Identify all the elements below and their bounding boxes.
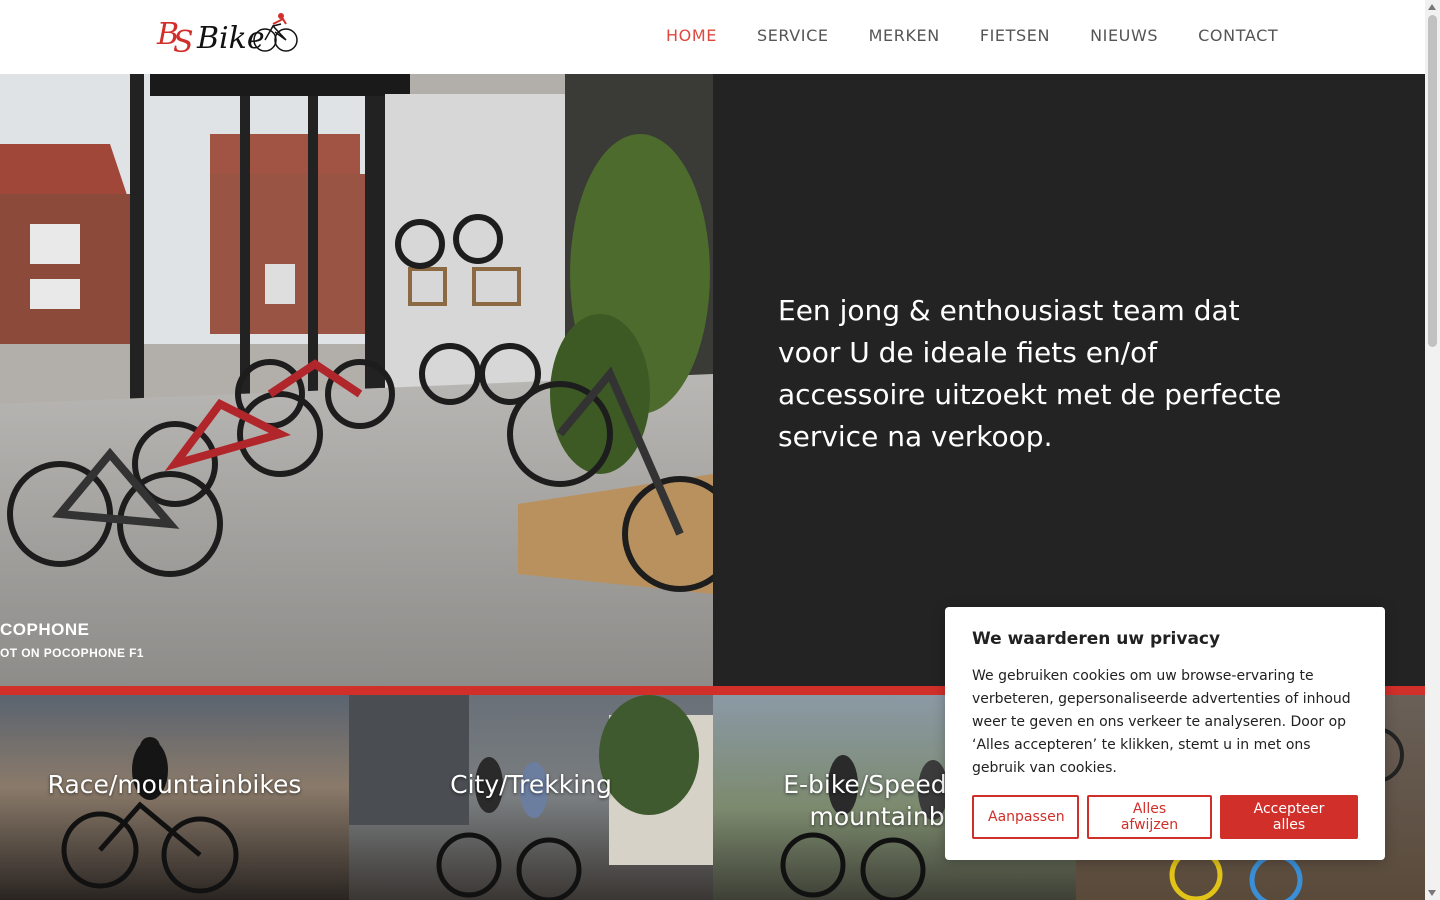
cookie-reject-button[interactable]: Alles afwijzen <box>1087 795 1212 839</box>
hero-shop-photo: COPHONE OT ON POCOPHONE F1 <box>0 74 713 686</box>
cookie-customize-button[interactable]: Aanpassen <box>972 795 1079 839</box>
category-title-race: Race/mountainbikes <box>47 770 302 799</box>
nav-fietsen[interactable]: FIETSEN <box>980 26 1050 45</box>
scroll-up-icon[interactable] <box>1428 4 1436 10</box>
site-header: B S Bike HOME SERVICE MERKEN FIETSEN NIE… <box>0 0 1425 74</box>
category-tile-race[interactable]: Race/mountainbikes <box>0 695 349 900</box>
nav-merken[interactable]: MERKEN <box>869 26 940 45</box>
cookie-consent-banner: We waarderen uw privacy We gebruiken coo… <box>945 607 1385 860</box>
hero-text-panel: Een jong & enthousiast team dat voor U d… <box>713 74 1425 686</box>
hero-tagline: Een jong & enthousiast team dat voor U d… <box>778 294 1282 453</box>
nav-contact[interactable]: CONTACT <box>1198 26 1278 45</box>
photo-watermark-line1: COPHONE <box>0 620 90 639</box>
main-nav: HOME SERVICE MERKEN FIETSEN NIEUWS CONTA… <box>666 26 1278 45</box>
nav-nieuws[interactable]: NIEUWS <box>1090 26 1158 45</box>
svg-text:S: S <box>173 25 194 60</box>
cookie-accept-button[interactable]: Accepteer alles <box>1220 795 1358 839</box>
scroll-thumb[interactable] <box>1428 15 1437 347</box>
scroll-down-icon[interactable] <box>1428 890 1436 896</box>
nav-home[interactable]: HOME <box>666 26 717 45</box>
cookie-description: We gebruiken cookies om uw browse-ervari… <box>972 668 1351 776</box>
nav-service[interactable]: SERVICE <box>757 26 829 45</box>
site-logo[interactable]: B S Bike <box>155 10 300 65</box>
cookie-title: We waarderen uw privacy <box>972 629 1221 649</box>
page-scrollbar[interactable] <box>1425 0 1440 900</box>
cookie-buttons: Aanpassen Alles afwijzen Accepteer alles <box>972 795 1358 839</box>
hero-section: COPHONE OT ON POCOPHONE F1 Een jong & en… <box>0 74 1425 686</box>
category-title-city: City/Trekking <box>450 770 612 799</box>
photo-watermark-line2: OT ON POCOPHONE F1 <box>0 646 144 660</box>
category-tile-city[interactable]: City/Trekking <box>349 695 713 900</box>
